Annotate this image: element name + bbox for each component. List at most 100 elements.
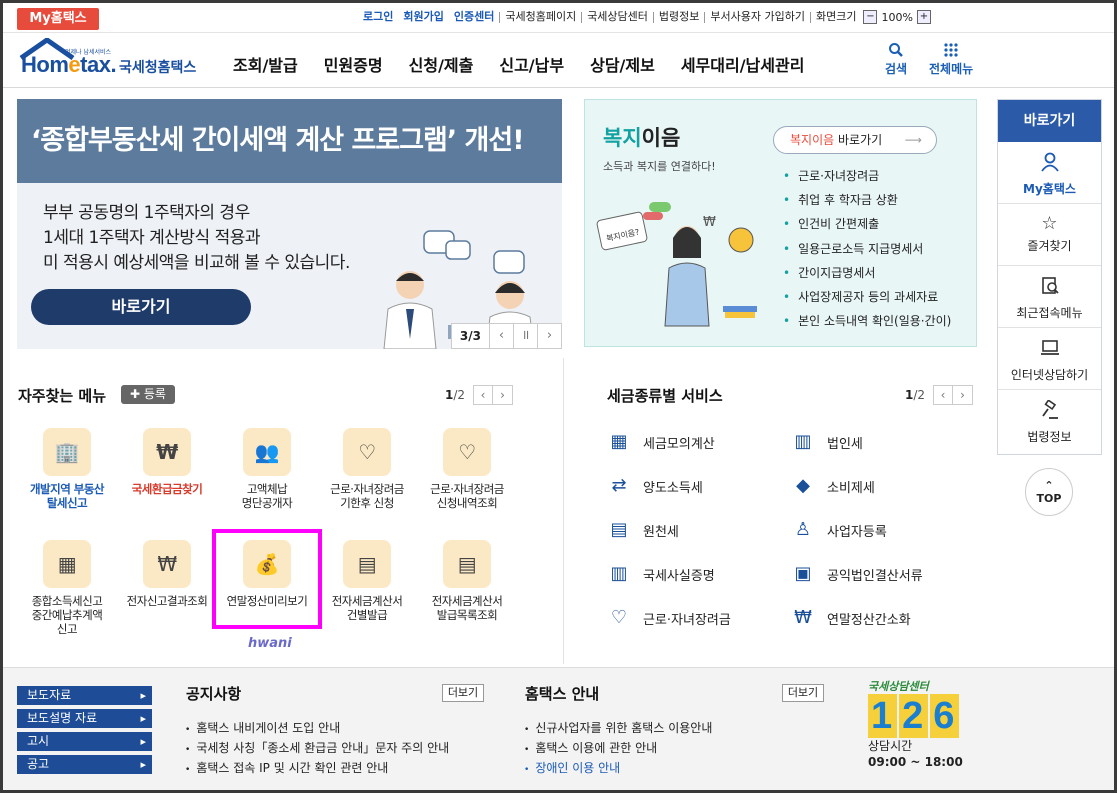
tax-type-next-button[interactable]: › [953, 385, 974, 405]
quick-law-info[interactable]: 법령정보 [998, 390, 1101, 452]
notice-item[interactable]: 홈택스 접속 IP 및 시간 확인 관련 안내 [185, 759, 388, 776]
tax-type-page-indicator: 1/2 [905, 388, 925, 402]
quick-favorites[interactable]: ☆ 즐겨찾기 [998, 204, 1101, 266]
welfare-item[interactable]: 인건비 간편제출 [783, 212, 951, 236]
frequent-page-indicator: 1/2 [445, 388, 465, 402]
welfare-item[interactable]: 사업장제공자 등의 과세자료 [783, 285, 951, 309]
footer-press-explanation[interactable]: 보도설명 자료 [17, 709, 152, 728]
guide-item[interactable]: 홈택스 이용에 관한 안내 [524, 739, 657, 756]
dept-user-signup-link[interactable]: 부서사용자 가입하기 [705, 10, 810, 24]
tax-type-pager: 1/2 ‹ › [905, 385, 974, 405]
notice-more-button[interactable]: 더보기 [442, 684, 484, 702]
notice-item[interactable]: 홈택스 내비게이션 도입 안내 [185, 719, 340, 736]
signup-link[interactable]: 회원가입 [398, 10, 448, 24]
notice-item[interactable]: 국세청 사칭「종소세 환급금 안내」문자 주의 안내 [185, 739, 449, 756]
zoom-in-button[interactable]: + [916, 10, 931, 24]
freq-item-eitc-late-apply[interactable]: ♡ 근로·자녀장려금 기한후 신청 [317, 428, 417, 510]
nav-tax-agent[interactable]: 세무대리/납세관리 [681, 52, 805, 76]
tax-type-prev-button[interactable]: ‹ [933, 385, 954, 405]
frequent-prev-button[interactable]: ‹ [473, 385, 494, 405]
tax-service-label: 근로·자녀장려금 [643, 612, 731, 628]
star-icon: ☆ [1041, 213, 1058, 234]
heart-icon: ♡ [610, 607, 628, 628]
consult-center-126[interactable]: 국세상담센터 126 상담시간 09:00 ~ 18:00 [868, 678, 978, 770]
nav-civil-certificate[interactable]: 민원증명 [324, 52, 383, 76]
freq-item-eitc-history[interactable]: ♡ 근로·자녀장려금 신청내역조회 [417, 428, 517, 510]
all-menu-button[interactable]: 전체메뉴 [929, 42, 973, 77]
consult-center-link[interactable]: 국세상담센터 [582, 10, 653, 24]
quick-internet-consult[interactable]: 인터넷상담하기 [998, 328, 1101, 390]
nts-homepage-link[interactable]: 국세청홈페이지 [500, 10, 581, 24]
svg-text:₩: ₩ [703, 215, 716, 230]
welfare-go-button[interactable]: 복지이음 바로가기 ⟶ [773, 126, 937, 154]
banner-go-button[interactable]: 바로가기 [31, 289, 251, 325]
nav-consult-report[interactable]: 상담/제보 [590, 52, 655, 76]
user-icon: ♙ [794, 519, 812, 540]
freq-item-label: 종합소득세신고 중간예납추계액 신고 [31, 594, 103, 636]
welfare-list: 근로·자녀장려금 취업 후 학자금 상환 인건비 간편제출 일용근로소득 지급명… [783, 164, 951, 333]
zoom-out-button[interactable]: − [863, 10, 878, 24]
scroll-top-button[interactable]: ⌃ TOP [1025, 468, 1073, 516]
people-search-icon: 👥 [243, 428, 291, 476]
quick-my-hometax[interactable]: My홈택스 [998, 142, 1101, 204]
law-info-link[interactable]: 법령정보 [654, 10, 704, 24]
register-button[interactable]: ✚ 등록 [121, 385, 175, 404]
main-banner[interactable]: ‘종합부동산세 간이세액 계산 프로그램’ 개선! 부부 공동명의 1주택자의 … [17, 99, 562, 349]
nav-apply-submit[interactable]: 신청/제출 [409, 52, 474, 76]
tax-service-withholding[interactable]: ▤ 원천세 [607, 518, 678, 542]
banner-prev-button[interactable]: ‹ [489, 324, 513, 348]
search-button[interactable]: 검색 [885, 42, 907, 77]
freq-item-dev-area-tax-report[interactable]: 🏢 개발지역 부동산 탈세신고 [17, 428, 117, 510]
footer-notice-gosi[interactable]: 고시 [17, 732, 152, 751]
welfare-item[interactable]: 근로·자녀장려금 [783, 164, 951, 188]
banner-pager: 3/3 ‹ ॥ › [450, 323, 562, 349]
tax-service-eitc[interactable]: ♡ 근로·자녀장려금 [607, 606, 731, 630]
footer-announcement[interactable]: 공고 [17, 755, 152, 774]
tax-service-simulation[interactable]: ▦ 세금모의계산 [607, 430, 714, 454]
login-link[interactable]: 로그인 [358, 10, 398, 24]
banner-pause-button[interactable]: ॥ [513, 324, 537, 348]
welfare-title: 복지이음 [603, 122, 680, 152]
tax-service-business-registration[interactable]: ♙ 사업자등록 [791, 518, 887, 542]
frequent-next-button[interactable]: › [493, 385, 514, 405]
nav-report-pay[interactable]: 신고/납부 [499, 52, 564, 76]
welfare-item[interactable]: 취업 후 학자금 상환 [783, 188, 951, 212]
welfare-item[interactable]: 본인 소득내역 확인(일용·간이) [783, 309, 951, 333]
all-menu-label: 전체메뉴 [929, 62, 974, 76]
hometax-logo[interactable]: 언제나 납세서비스 Hometax. 국세청홈택스 [15, 38, 205, 82]
tax-service-certificate[interactable]: ▥ 국세사실증명 [607, 562, 714, 586]
freq-item-refund-finder[interactable]: ₩ 국세환급금찾기 [117, 428, 217, 496]
my-hometax-tab[interactable]: My홈택스 [17, 8, 99, 30]
guide-item-accessibility[interactable]: 장애인 이용 안내 [524, 759, 620, 776]
tax-service-corporate[interactable]: ▥ 법인세 [791, 430, 862, 454]
tax-service-capital-gains[interactable]: ⇄ 양도소득세 [607, 474, 702, 498]
tax-service-year-end-simple[interactable]: ₩ 연말정산간소화 [791, 606, 911, 630]
search-icon [889, 43, 903, 57]
nav-inquiry-issue[interactable]: 조회/발급 [233, 52, 298, 76]
frequent-menu-title: 자주찾는 메뉴 [18, 387, 107, 405]
tax-service-public-interest[interactable]: ▣ 공익법인결산서류 [791, 562, 922, 586]
list-search-icon: ▤ [443, 540, 491, 588]
quick-recent-menu[interactable]: 최근접속메뉴 [998, 266, 1101, 328]
guide-more-button[interactable]: 더보기 [782, 684, 824, 702]
certificate-center-link[interactable]: 인증센터 [449, 10, 499, 24]
zoom-level: 100% [881, 10, 913, 24]
freq-item-delinquent-list[interactable]: 👥 고액체납 명단공개자 [217, 428, 317, 510]
recent-icon [998, 276, 1101, 301]
freq-item-e-invoice-issue[interactable]: ▤ 전자세금계산서 건별발급 [317, 540, 417, 622]
tax-service-label: 사업자등록 [827, 524, 887, 540]
consult-center-number: 126 [868, 694, 978, 738]
freq-item-e-invoice-list[interactable]: ▤ 전자세금계산서 발급목록조회 [417, 540, 517, 622]
welfare-item[interactable]: 일용근로소득 지급명세서 [783, 237, 951, 261]
freq-item-label: 고액체납 명단공개자 [241, 482, 293, 510]
footer-press-release[interactable]: 보도자료 [17, 686, 152, 705]
guide-item[interactable]: 신규사업자를 위한 홈택스 이용안내 [524, 719, 712, 736]
freq-item-e-filing-result[interactable]: ₩ 전자신고결과조회 [117, 540, 217, 608]
logo-korean: 국세청홈택스 [119, 60, 197, 76]
freq-item-interim-prepayment[interactable]: ▦ 종합소득세신고 중간예납추계액 신고 [17, 540, 117, 636]
tax-service-consumption[interactable]: ◆ 소비제세 [791, 474, 875, 498]
tax-service-label: 연말정산간소화 [827, 612, 911, 628]
welfare-item[interactable]: 간이지급명세서 [783, 261, 951, 285]
banner-next-button[interactable]: › [537, 324, 561, 348]
freq-item-label: 국세환급금찾기 [131, 482, 203, 496]
